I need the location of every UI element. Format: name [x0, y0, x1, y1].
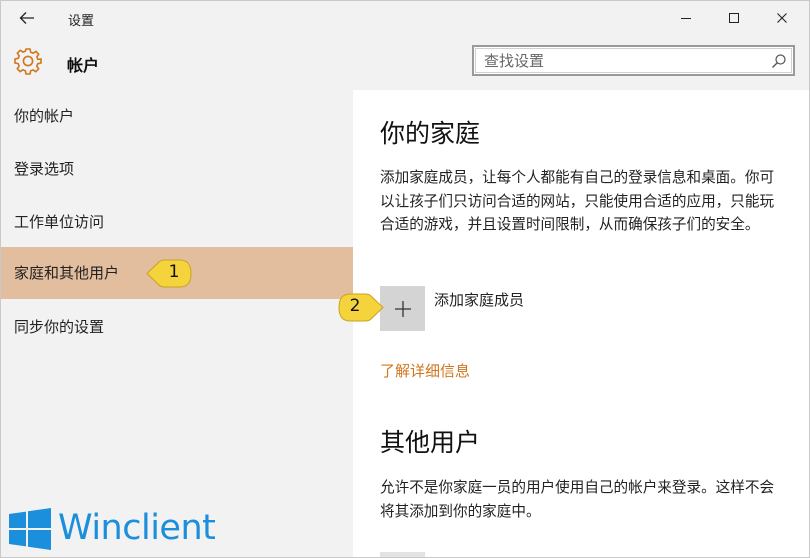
learn-more-link[interactable]: 了解详细信息: [380, 360, 470, 381]
minimize-icon: [681, 18, 691, 19]
sidebar-item-label: 家庭和其他用户: [14, 264, 120, 282]
page-header: 帐户: [1, 36, 809, 90]
sidebar-item-sync-settings[interactable]: 同步你的设置: [1, 301, 353, 353]
maximize-icon: [729, 13, 739, 23]
search-input[interactable]: [484, 51, 754, 71]
sidebar-item-label: 你的帐户: [14, 107, 75, 125]
watermark-text: Winclient: [58, 508, 216, 548]
callout-number: 2: [349, 296, 361, 316]
watermark: Winclient: [8, 508, 228, 554]
sidebar: 你的帐户 登录选项 工作单位访问 家庭和其他用户 同步你的设置: [1, 90, 353, 557]
title-bar: 设置: [1, 1, 809, 36]
maximize-button[interactable]: [711, 3, 757, 33]
windows-logo-icon: [9, 508, 51, 550]
search-icon[interactable]: [771, 53, 787, 69]
minimize-button[interactable]: [663, 3, 709, 33]
plus-icon: [394, 300, 411, 317]
sidebar-item-work-access[interactable]: 工作单位访问: [1, 196, 353, 248]
add-other-user-button[interactable]: [380, 552, 425, 557]
callout-1: 1: [145, 257, 193, 290]
sidebar-item-label: 登录选项: [14, 160, 75, 178]
main-content: 你的家庭 添加家庭成员，让每个人都能有自己的登录信息和桌面。你可以让孩子们只访问…: [353, 90, 809, 557]
sidebar-item-label: 工作单位访问: [14, 213, 105, 231]
gear-icon: [14, 48, 42, 75]
callout-number: 1: [168, 262, 180, 282]
other-users-description: 允许不是你家庭一员的用户使用自己的帐户来登录。这样不会将其添加到你的家庭中。: [380, 479, 775, 520]
search-box[interactable]: [472, 45, 795, 76]
page-title: 帐户: [67, 56, 100, 75]
callout-2: 2: [337, 291, 385, 324]
back-arrow-icon: [19, 12, 34, 24]
other-users-heading: 其他用户: [380, 428, 481, 457]
family-heading: 你的家庭: [380, 119, 481, 148]
sidebar-item-sign-in-options[interactable]: 登录选项: [1, 143, 353, 195]
back-button[interactable]: [9, 4, 45, 32]
family-description: 添加家庭成员，让每个人都能有自己的登录信息和桌面。你可以让孩子们只访问合适的网站…: [380, 169, 775, 233]
close-button[interactable]: [759, 3, 805, 33]
sidebar-item-your-account[interactable]: 你的帐户: [1, 90, 353, 142]
window-title: 设置: [68, 14, 95, 29]
add-family-member-label[interactable]: 添加家庭成员: [434, 289, 524, 310]
sidebar-item-label: 同步你的设置: [14, 318, 105, 336]
add-family-member-button[interactable]: [380, 286, 425, 331]
settings-window: 设置 帐户 你的帐户: [0, 0, 810, 558]
close-icon: [777, 13, 787, 23]
